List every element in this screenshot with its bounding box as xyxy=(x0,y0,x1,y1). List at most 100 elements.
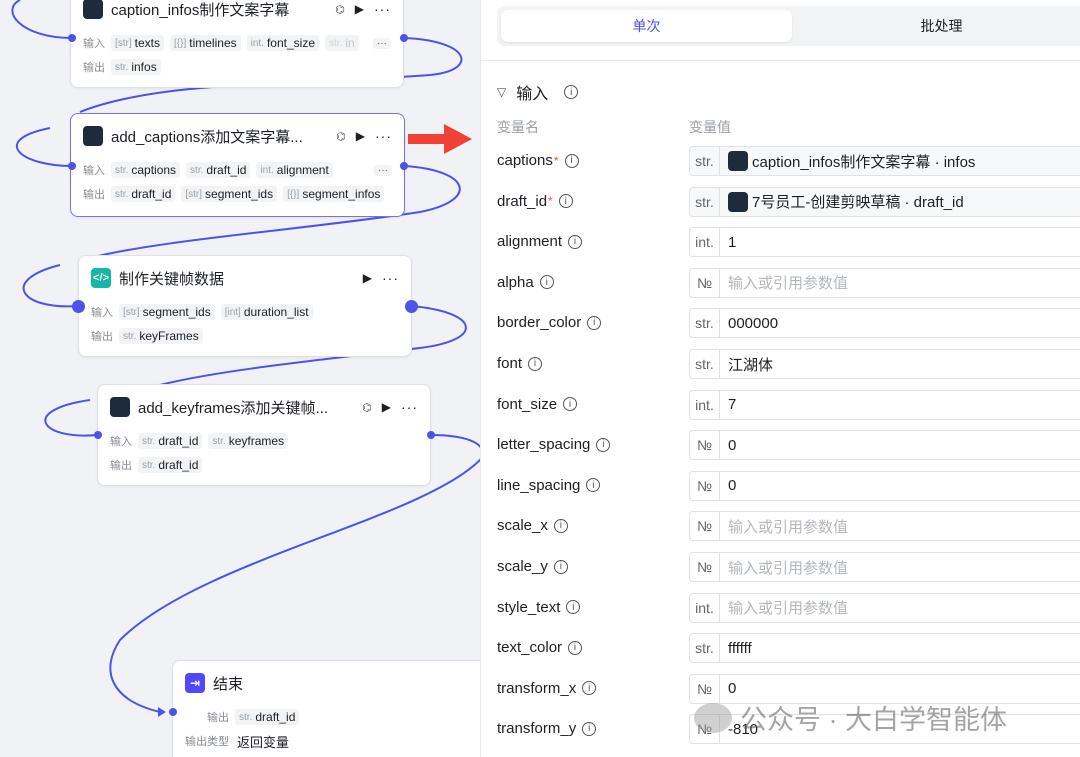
param-name: alpha i xyxy=(497,274,554,291)
input-chip: str. draft_id xyxy=(138,433,203,449)
param-value-field[interactable]: № 输入或引用参数值 xyxy=(689,552,1080,582)
type-badge[interactable]: str. xyxy=(690,187,720,216)
type-badge[interactable]: int. xyxy=(690,593,720,622)
type-badge[interactable]: № xyxy=(690,268,720,297)
node-add-keyframes[interactable]: add_keyframes添加关键帧... ⌬ ▶ ··· 输入 str. dra… xyxy=(97,384,431,486)
info-icon: i xyxy=(596,437,611,452)
workflow-canvas[interactable]: caption_infos制作文案字幕 ⌬ ▶ ··· 输入 [str] text… xyxy=(0,0,480,757)
node-add-captions[interactable]: add_captions添加文案字幕... ⌬ ▶ ··· 输入 str. cap… xyxy=(70,113,405,217)
info-icon: i xyxy=(539,275,554,290)
output-port[interactable] xyxy=(405,300,418,313)
run-icon[interactable]: ▶ xyxy=(355,2,364,16)
param-name: font i xyxy=(497,355,543,372)
more-icon[interactable]: ··· xyxy=(401,399,418,415)
input-chip: [str] segment_ids xyxy=(119,304,215,320)
param-row: line_spacing i № 0 xyxy=(481,470,1080,501)
input-chip: [int] duration_list xyxy=(220,304,313,320)
param-row: scale_y i № 输入或引用参数值 xyxy=(481,552,1080,582)
node-title: 制作关键帧数据 xyxy=(119,270,225,288)
param-row: letter_spacing i № 0 xyxy=(481,430,1080,461)
node-keyframe-data[interactable]: </> 制作关键帧数据 ▶ ··· 输入 [str] segment_ids [i… xyxy=(78,255,412,357)
param-value-field[interactable]: № 输入或引用参数值 xyxy=(689,511,1080,542)
more-icon[interactable]: ··· xyxy=(382,270,399,286)
info-icon: i xyxy=(566,600,581,615)
type-badge[interactable]: int. xyxy=(690,390,720,419)
input-section-header[interactable]: ▽ 输入 i xyxy=(497,80,579,104)
param-name: border_color i xyxy=(497,314,602,331)
param-value-field[interactable]: str. caption_infos制作文案字幕 · infos xyxy=(689,146,1080,176)
output-port[interactable] xyxy=(400,34,408,42)
info-icon: i xyxy=(558,194,573,209)
info-icon: i xyxy=(553,518,568,533)
param-value-field[interactable]: int. 1 xyxy=(689,227,1080,258)
param-value-field[interactable]: str. ffffff xyxy=(689,633,1080,664)
info-icon: i xyxy=(528,356,543,371)
expand-button[interactable]: ··· xyxy=(374,164,392,176)
param-value-field[interactable]: № 0 xyxy=(689,470,1080,501)
required-mark: * xyxy=(548,194,553,209)
param-row: text_color i str. ffffff xyxy=(481,633,1080,664)
debug-icon[interactable]: ⌬ xyxy=(336,130,346,143)
run-icon[interactable]: ▶ xyxy=(382,400,391,414)
chevron-down-icon[interactable]: ▽ xyxy=(497,85,506,99)
type-badge[interactable]: № xyxy=(690,553,720,581)
param-value-field[interactable]: str. 江湖体 xyxy=(689,349,1080,379)
input-port[interactable] xyxy=(169,708,177,716)
debug-icon[interactable]: ⌬ xyxy=(362,401,372,414)
input-label: 输入 xyxy=(91,307,113,319)
type-badge[interactable]: str. xyxy=(690,147,720,175)
node-caption-infos[interactable]: caption_infos制作文案字幕 ⌬ ▶ ··· 输入 [str] text… xyxy=(70,0,404,88)
info-icon: i xyxy=(568,640,583,655)
type-badge[interactable]: № xyxy=(690,431,720,460)
tab-batch[interactable]: 批处理 xyxy=(796,6,1080,46)
info-icon: i xyxy=(553,559,568,574)
node-end[interactable]: ⇥ 结束 输出 str. draft_id 输出类型 返回变量 xyxy=(172,660,480,757)
info-icon: i xyxy=(586,478,601,493)
input-chip: str. draft_id xyxy=(186,162,251,178)
type-badge[interactable]: str. xyxy=(690,634,720,663)
param-value: 7 xyxy=(728,396,737,414)
param-row: draft_id * i str. 7号员工-创建剪映草稿 · draft_id xyxy=(481,186,1080,217)
param-name: style_text i xyxy=(497,599,581,616)
type-badge[interactable]: str. xyxy=(690,350,720,378)
expand-button[interactable]: ··· xyxy=(373,37,391,49)
type-badge[interactable]: № xyxy=(690,471,720,500)
type-badge[interactable]: № xyxy=(690,512,720,541)
info-icon: i xyxy=(563,397,578,412)
param-value-field[interactable]: № 输入或引用参数值 xyxy=(689,267,1080,298)
run-icon[interactable]: ▶ xyxy=(356,129,365,143)
param-value-field[interactable]: int. 输入或引用参数值 xyxy=(689,592,1080,623)
param-placeholder: 输入或引用参数值 xyxy=(728,600,849,618)
param-value-field[interactable]: int. 7 xyxy=(689,389,1080,420)
output-chip: str. draft_id xyxy=(138,457,203,473)
input-chip: [{}] timelines xyxy=(170,35,241,51)
param-value-field[interactable]: № 0 xyxy=(689,430,1080,461)
more-icon[interactable]: ··· xyxy=(374,1,391,17)
run-icon[interactable]: ▶ xyxy=(363,271,372,285)
output-port[interactable] xyxy=(427,431,435,439)
type-badge[interactable]: int. xyxy=(690,228,720,257)
tab-single[interactable]: 单次 xyxy=(501,10,792,42)
param-value: 7号员工-创建剪映草稿 · draft_id xyxy=(720,191,964,212)
param-value: 1 xyxy=(728,233,737,251)
type-badge[interactable]: str. xyxy=(690,309,720,338)
param-row: font i str. 江湖体 xyxy=(481,349,1080,379)
input-port[interactable] xyxy=(72,300,85,313)
param-name: captions * i xyxy=(497,152,579,169)
input-chip: int. alignment xyxy=(256,162,333,178)
debug-icon[interactable]: ⌬ xyxy=(335,3,345,16)
param-value-field[interactable]: str. 7号员工-创建剪映草稿 · draft_id xyxy=(689,186,1080,217)
output-label: 输出 xyxy=(91,331,113,343)
input-port[interactable] xyxy=(94,431,102,439)
param-row: style_text i int. 输入或引用参数值 xyxy=(481,592,1080,623)
input-port[interactable] xyxy=(68,162,76,170)
info-icon: i xyxy=(564,85,579,99)
param-placeholder: 输入或引用参数值 xyxy=(728,559,849,577)
output-port[interactable] xyxy=(400,162,408,170)
input-port[interactable] xyxy=(68,34,76,42)
param-value: 0 xyxy=(728,477,737,495)
param-value-field[interactable]: str. 000000 xyxy=(689,308,1080,339)
more-icon[interactable]: ··· xyxy=(375,128,392,144)
param-value: 0 xyxy=(728,680,737,698)
param-name: scale_x i xyxy=(497,517,568,534)
